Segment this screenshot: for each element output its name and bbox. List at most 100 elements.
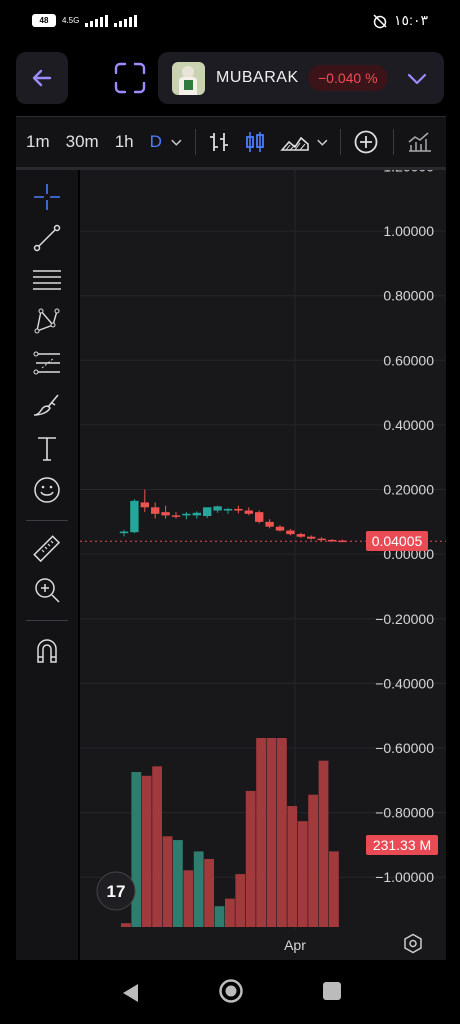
- volume-bar: [287, 806, 298, 927]
- y-tick-label: 0.80000: [383, 288, 434, 304]
- fullscreen-icon: [114, 62, 146, 94]
- chart-toolbar: 1m 30m 1h D: [16, 116, 446, 170]
- pattern-icon[interactable]: [32, 306, 62, 336]
- sidebar-divider: [26, 620, 68, 621]
- interval-30m[interactable]: 30m: [66, 132, 99, 152]
- last-price-label: 0.04005: [366, 531, 428, 552]
- volume-bar: [141, 775, 152, 927]
- emoji-icon[interactable]: [32, 475, 62, 505]
- header: MUBARAK −0.040 %: [16, 52, 444, 106]
- brush-icon[interactable]: [32, 390, 62, 420]
- settings-icon: [404, 933, 422, 954]
- compare-icon[interactable]: [406, 130, 432, 154]
- interval-1m[interactable]: 1m: [26, 132, 50, 152]
- price-chart[interactable]: 1.20000 1.00000 0.80000 0.60000 0.40000 0.200…: [80, 170, 446, 960]
- nav-back-icon[interactable]: [120, 982, 140, 1004]
- chevron-down-icon[interactable]: [170, 135, 183, 149]
- signal-icon-2: [114, 14, 138, 27]
- y-tick-label: 1.20000: [383, 170, 434, 174]
- symbol-name: MUBARAK: [216, 69, 299, 86]
- candle-body: [296, 534, 305, 537]
- fullscreen-button[interactable]: [112, 60, 148, 96]
- area-chart-icon[interactable]: [279, 130, 310, 154]
- candle-body: [255, 512, 264, 522]
- volume-bar: [131, 772, 142, 927]
- candle-body: [203, 507, 212, 517]
- drawing-tools-sidebar: [16, 170, 78, 960]
- toolbar-divider: [194, 129, 196, 155]
- symbol-selector[interactable]: MUBARAK −0.040 %: [158, 52, 444, 104]
- candles-chart-type-icon[interactable]: [244, 130, 266, 154]
- volume-bar: [193, 851, 204, 927]
- candle-body: [171, 515, 181, 517]
- measure-lines-icon[interactable]: [32, 348, 62, 378]
- candle-body: [223, 508, 233, 511]
- volume-bar: [256, 738, 266, 927]
- nav-recents-icon[interactable]: [322, 981, 342, 1001]
- candle-body: [317, 538, 326, 541]
- volume-bar: [173, 840, 183, 927]
- candle-body: [275, 526, 285, 531]
- volume-bar: [277, 738, 287, 927]
- candle-body: [244, 510, 253, 514]
- sidebar-divider: [26, 520, 68, 521]
- symbol-avatar: [172, 62, 205, 95]
- ruler-icon[interactable]: [32, 534, 62, 564]
- candle-body: [265, 521, 274, 527]
- volume-bar: [297, 821, 308, 927]
- add-indicator-icon[interactable]: [353, 129, 379, 155]
- candle-body: [130, 500, 139, 533]
- alarm-off-icon: [373, 13, 387, 28]
- chevron-down-icon: [407, 73, 427, 85]
- interval-1h[interactable]: 1h: [115, 132, 134, 152]
- chevron-down-icon[interactable]: [316, 135, 329, 149]
- system-nav-bar: [0, 964, 460, 1024]
- candle-body: [151, 507, 160, 514]
- x-axis-label: Apr: [284, 937, 306, 953]
- network-type: 4.5G: [62, 16, 80, 25]
- candle-body: [182, 513, 191, 516]
- y-tick-label: 0.40000: [383, 417, 434, 433]
- y-tick-label: −0.80000: [375, 805, 434, 821]
- back-button[interactable]: [16, 52, 68, 104]
- y-tick-label: −0.40000: [375, 675, 434, 691]
- candle-body: [140, 502, 149, 508]
- trend-line-icon[interactable]: [32, 223, 62, 253]
- candle-body: [119, 531, 129, 534]
- candle-body: [307, 536, 316, 539]
- candle-body: [192, 512, 201, 516]
- y-tick-label: 0.60000: [383, 352, 434, 368]
- volume-bar: [329, 851, 339, 927]
- volume-bar: [318, 760, 329, 927]
- candle-body: [234, 508, 243, 511]
- volume-bar: [162, 836, 173, 927]
- text-icon[interactable]: [32, 433, 62, 463]
- volume-bar: [245, 790, 256, 927]
- horizontal-lines-icon[interactable]: [32, 265, 62, 295]
- volume-bar: [152, 766, 162, 927]
- y-tick-label: −1.00000: [375, 869, 434, 885]
- clock: ١٥:٠٣: [394, 12, 428, 28]
- magnet-icon[interactable]: [32, 635, 62, 665]
- battery-icon: 48: [32, 14, 56, 27]
- y-tick-label: 1.00000: [383, 223, 434, 239]
- price-change-badge: −0.040 %: [308, 65, 388, 91]
- arrow-left-icon: [32, 69, 52, 87]
- y-tick-label: −0.60000: [375, 740, 434, 756]
- y-tick-label: −0.20000: [375, 611, 434, 627]
- settings-icon-center: [409, 939, 417, 948]
- nav-home-icon[interactable]: [218, 978, 244, 1004]
- volume-bar: [214, 906, 225, 927]
- bar-chart-type-icon[interactable]: [208, 130, 230, 154]
- crosshair-icon[interactable]: [32, 182, 62, 212]
- interval-d[interactable]: D: [150, 132, 162, 152]
- signal-icon: [85, 14, 109, 27]
- volume-bar: [121, 923, 131, 927]
- last-volume-label: 231.33 M: [366, 835, 438, 855]
- zoom-in-icon[interactable]: [32, 575, 62, 605]
- volume-bar: [225, 898, 235, 927]
- volume-bar: [235, 874, 246, 927]
- volume-bar: [183, 870, 194, 927]
- toolbar-divider: [393, 129, 394, 155]
- toolbar-divider: [340, 129, 342, 155]
